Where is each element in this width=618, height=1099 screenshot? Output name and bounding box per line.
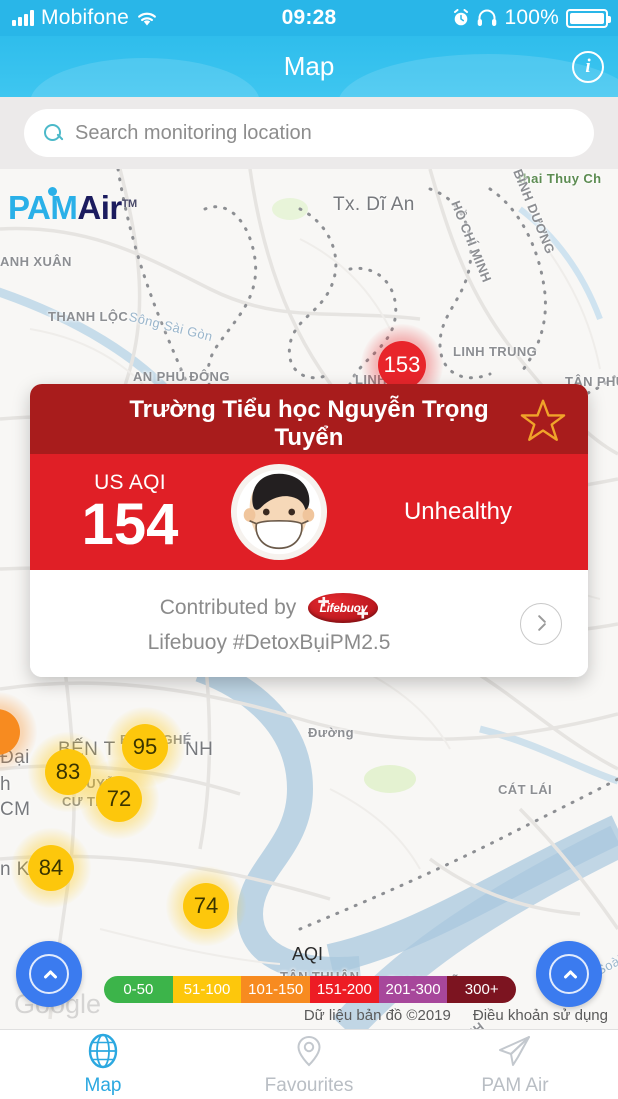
- globe-icon: [88, 1033, 118, 1068]
- station-detail-button[interactable]: [520, 602, 562, 645]
- chevron-up-circle-icon: [549, 954, 589, 994]
- search-input[interactable]: Search monitoring location: [75, 122, 312, 145]
- map-marker[interactable]: 84: [11, 828, 91, 908]
- pamair-logo-tm: TM: [121, 198, 137, 210]
- attribution-terms[interactable]: Điều khoản sử dụng: [473, 1007, 608, 1024]
- map-label: LINH TRUNG: [453, 344, 538, 359]
- lifebuoy-logo: Lifebuoy: [308, 592, 379, 623]
- send-icon: [499, 1035, 530, 1066]
- aqi-block: US AQI 154: [30, 471, 230, 554]
- pamair-logo-dot: [48, 187, 57, 196]
- tab-pam-air[interactable]: PAM Air: [412, 1030, 618, 1099]
- tab-pam-air-label: PAM Air: [481, 1074, 549, 1096]
- aqi-legend: 0-50 51-100 101-150 151-200 201-300 300+: [104, 976, 516, 1003]
- map-marker[interactable]: 72: [79, 759, 159, 839]
- legend-segment: 101-150: [241, 976, 311, 1003]
- status-bar-right: 100%: [408, 6, 618, 30]
- bottom-tab-bar: Map Favourites PAM Air: [0, 1029, 618, 1099]
- contributed-detail: Lifebuoy #DetoxBụiPM2.5: [147, 630, 391, 654]
- legend-segment: 151-200: [310, 976, 379, 1003]
- page-title: Map: [283, 51, 335, 81]
- map-label: THANH LỘC: [48, 309, 129, 324]
- status-bar-time: 09:28: [281, 6, 337, 29]
- map-marker-value: 84: [28, 845, 74, 891]
- map-marker-value: 153: [378, 341, 426, 389]
- tab-favourites-label: Favourites: [264, 1074, 354, 1096]
- chevron-right-icon: [535, 617, 548, 630]
- alarm-icon: [454, 9, 469, 26]
- nav-bar: Map i: [0, 36, 618, 97]
- station-card-body: US AQI 154 Unhealthy: [30, 454, 588, 570]
- tab-map[interactable]: Map: [0, 1030, 206, 1099]
- headphones-icon: [478, 9, 497, 26]
- wifi-icon: [138, 12, 156, 25]
- aqi-value: 154: [81, 491, 179, 557]
- map-label: Đường: [308, 725, 354, 740]
- face-with-mask-icon: [230, 463, 328, 561]
- legend-segment: 300+: [447, 976, 516, 1003]
- map-attribution: Dữ liệu bản đồ ©2019 Điều khoản sử dụng: [304, 1007, 608, 1024]
- map-marker-value: [0, 709, 20, 755]
- map-expand-button-left[interactable]: [16, 941, 82, 1007]
- chevron-up-circle-icon: [29, 954, 69, 994]
- pamair-logo-part2: Air: [77, 189, 122, 226]
- aqi-status: Unhealthy: [403, 498, 513, 525]
- signal-bars-icon: [12, 10, 34, 26]
- pin-icon: [297, 1035, 321, 1066]
- search-icon: [44, 123, 63, 143]
- legend-segment: 0-50: [104, 976, 173, 1003]
- map-label: h: [0, 774, 11, 795]
- map-label: NH: [185, 739, 214, 760]
- map-label: Tx. Dĩ An: [333, 194, 415, 215]
- attribution-data: Dữ liệu bản đồ ©2019: [303, 1007, 451, 1024]
- map-label: ANH XUÂN: [0, 254, 72, 269]
- carrier-label: Mobifone: [41, 6, 129, 29]
- tab-map-label: Map: [84, 1074, 122, 1096]
- lifebuoy-logo-text: Lifebuoy: [319, 600, 368, 615]
- battery-icon: [565, 8, 611, 28]
- status-bar: Mobifone 09:28 100%: [0, 0, 618, 36]
- contributed-prefix: Contributed by: [159, 595, 297, 619]
- map-label: CM: [0, 799, 31, 820]
- map-label: AN PHÚ ĐÔNG: [133, 369, 230, 384]
- search-bar-container: Search monitoring location: [0, 97, 618, 169]
- search-box[interactable]: Search monitoring location: [24, 109, 594, 157]
- map-marker-value: 74: [183, 883, 229, 929]
- legend-segment: 201-300: [378, 976, 448, 1003]
- battery-percent-label: 100%: [504, 6, 559, 29]
- station-card-header: Trường Tiểu học Nguyễn Trọng Tuyển Q. Bì…: [30, 384, 588, 476]
- map-label: CÁT LÁI: [498, 782, 553, 797]
- legend-segment: 51-100: [172, 976, 242, 1003]
- aqi-label: US AQI: [94, 470, 166, 494]
- contributed-row: Contributed by Lifebuoy: [159, 592, 379, 623]
- app-root: Mobifone 09:28 100% Map i Search monitor…: [0, 0, 618, 1099]
- tab-favourites[interactable]: Favourites: [206, 1030, 412, 1099]
- legend-title: AQI: [292, 944, 324, 964]
- station-name: Trường Tiểu học Nguyễn Trọng Tuyển: [129, 396, 489, 451]
- map-expand-button-right[interactable]: [536, 941, 602, 1007]
- star-icon[interactable]: [520, 398, 566, 442]
- info-button[interactable]: i: [572, 51, 604, 83]
- map-marker-value: 72: [96, 776, 142, 822]
- pamair-logo-part1: PAM: [8, 189, 78, 226]
- station-info-card[interactable]: Trường Tiểu học Nguyễn Trọng Tuyển Q. Bì…: [30, 384, 588, 677]
- pamair-logo: PAMAir TM: [8, 187, 137, 227]
- status-bar-left: Mobifone: [0, 6, 210, 30]
- station-card-footer[interactable]: Contributed by Lifebuoy Lifebuoy #DetoxB…: [30, 570, 588, 677]
- map-marker[interactable]: 74: [166, 866, 246, 946]
